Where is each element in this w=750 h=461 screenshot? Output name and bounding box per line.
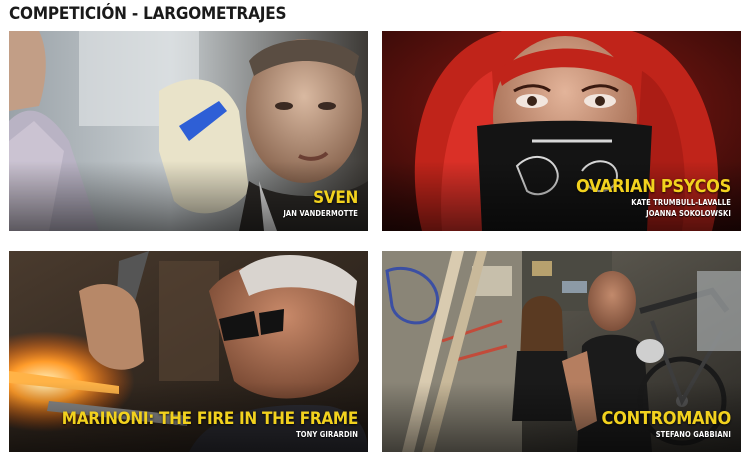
film-caption: CONTROMANO STEFANO GABBIANI — [602, 409, 732, 440]
film-caption: MARINONI: THE FIRE IN THE FRAME TONY GIR… — [62, 409, 359, 440]
film-director: JOANNA SOKOLOWSKI — [646, 209, 731, 218]
film-card-marinoni[interactable]: MARINONI: THE FIRE IN THE FRAME TONY GIR… — [9, 251, 368, 452]
film-title[interactable]: OVARIAN PSYCOS — [576, 177, 731, 197]
film-director: JAN VANDERMOTTE — [283, 209, 358, 218]
film-caption: SVEN JAN VANDERMOTTE — [283, 188, 358, 219]
film-director: TONY GIRARDIN — [296, 430, 358, 439]
film-card-sven[interactable]: SVEN JAN VANDERMOTTE — [9, 31, 368, 231]
film-caption: OVARIAN PSYCOS KATE TRUMBULL-LAVALLE JOA… — [576, 177, 731, 219]
film-card-ovarian-psycos[interactable]: OVARIAN PSYCOS KATE TRUMBULL-LAVALLE JOA… — [382, 31, 741, 231]
film-title[interactable]: MARINONI: THE FIRE IN THE FRAME — [62, 409, 359, 429]
film-card-contromano[interactable]: CONTROMANO STEFANO GABBIANI — [382, 251, 741, 452]
film-director: KATE TRUMBULL-LAVALLE — [631, 198, 731, 207]
film-director: STEFANO GABBIANI — [655, 430, 731, 439]
film-title[interactable]: SVEN — [283, 188, 358, 208]
section-title: COMPETICIÓN - LARGOMETRAJES — [9, 4, 287, 24]
film-title[interactable]: CONTROMANO — [602, 409, 732, 429]
